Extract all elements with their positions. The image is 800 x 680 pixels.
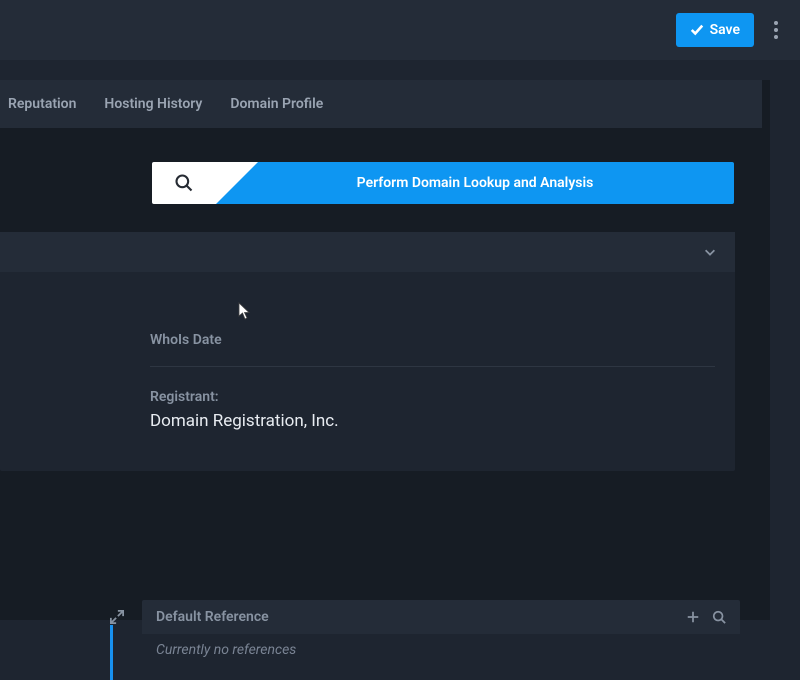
lookup-divider <box>216 162 258 204</box>
tab-reputation[interactable]: Reputation <box>4 80 90 128</box>
references-empty-text: Currently no references <box>142 634 740 666</box>
plus-icon[interactable] <box>686 610 700 624</box>
tab-domain-profile[interactable]: Domain Profile <box>216 80 337 128</box>
tab-strip: Reputation Hosting History Domain Profil… <box>0 80 762 128</box>
references-accent-rail <box>110 625 113 680</box>
expand-icon[interactable] <box>110 610 124 624</box>
references-header: Default Reference <box>142 600 740 634</box>
whois-panel-header[interactable] <box>0 232 735 272</box>
field-separator <box>150 366 715 367</box>
lookup-search-button[interactable] <box>152 162 216 204</box>
registrant-label: Registrant: <box>150 389 715 405</box>
references-actions <box>686 610 726 624</box>
tab-hosting-history[interactable]: Hosting History <box>90 80 216 128</box>
registrant-value: Domain Registration, Inc. <box>150 411 715 431</box>
search-icon <box>174 173 194 193</box>
more-menu-button[interactable] <box>764 13 788 47</box>
search-icon[interactable] <box>712 610 726 624</box>
whois-date-label: WhoIs Date <box>150 332 715 348</box>
save-button-label: Save <box>710 22 740 38</box>
top-bar: Save <box>0 0 800 60</box>
references-panel: Default Reference Currently no reference… <box>142 600 740 666</box>
chevron-down-icon <box>703 245 717 259</box>
save-button[interactable]: Save <box>676 13 754 47</box>
references-title: Default Reference <box>156 609 269 625</box>
references-section: Default Reference Currently no reference… <box>110 600 740 666</box>
main-content: Reputation Hosting History Domain Profil… <box>0 80 770 620</box>
kebab-icon <box>774 21 778 39</box>
check-icon <box>690 23 704 37</box>
lookup-label: Perform Domain Lookup and Analysis <box>216 162 734 204</box>
whois-panel: WhoIs Date Registrant: Domain Registrati… <box>0 232 735 471</box>
whois-panel-body: WhoIs Date Registrant: Domain Registrati… <box>0 272 735 471</box>
lookup-bar[interactable]: Perform Domain Lookup and Analysis <box>152 162 734 204</box>
